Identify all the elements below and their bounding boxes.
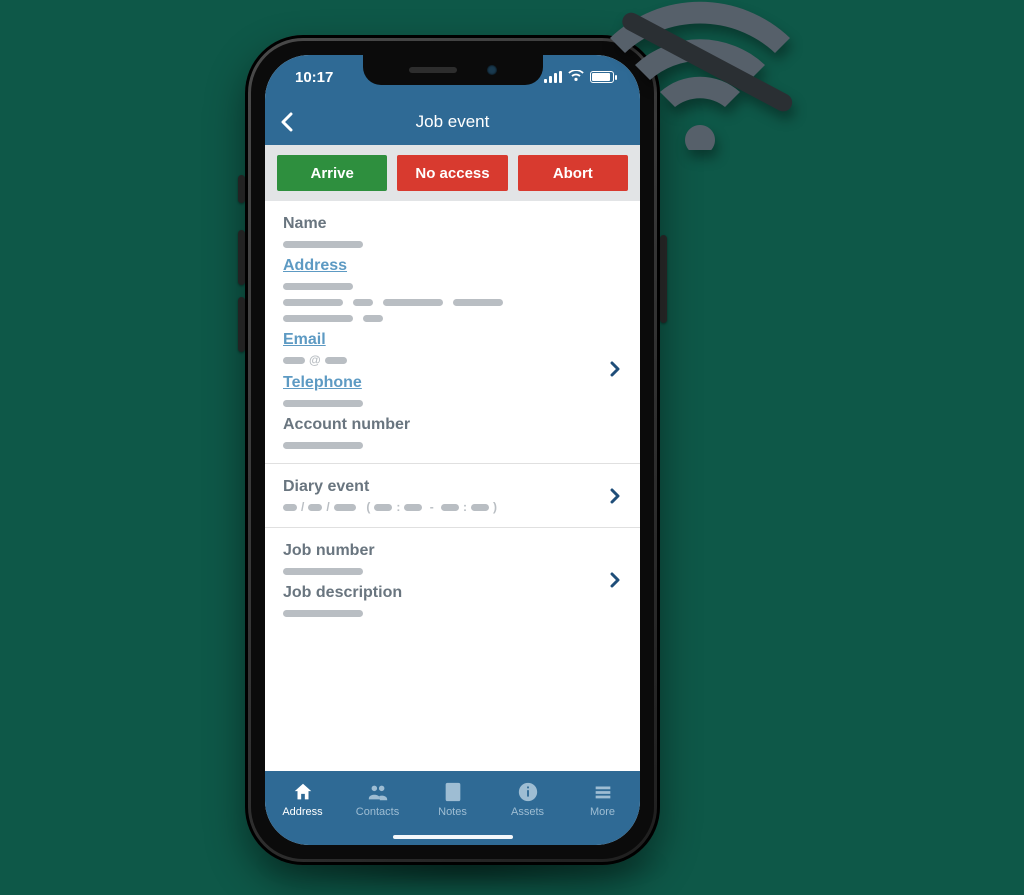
- section-job[interactable]: Job number Job description: [265, 528, 640, 631]
- nav-bar: Job event: [265, 99, 640, 145]
- name-value: [283, 241, 363, 248]
- chevron-right-icon[interactable]: [608, 361, 622, 377]
- address-value: [283, 299, 622, 306]
- tab-label: Notes: [438, 806, 467, 818]
- name-label: Name: [283, 215, 622, 233]
- telephone-label[interactable]: Telephone: [283, 374, 622, 392]
- account-number-value: [283, 442, 363, 449]
- job-number-label: Job number: [283, 542, 622, 560]
- power-button: [660, 235, 667, 323]
- chevron-right-icon[interactable]: [608, 488, 622, 504]
- job-details[interactable]: Name Address Email @ Telephon: [265, 201, 640, 771]
- home-indicator: [393, 835, 513, 839]
- volume-down-button: [238, 297, 245, 352]
- arrive-button[interactable]: Arrive: [277, 155, 387, 191]
- diary-event-label: Diary event: [283, 478, 622, 496]
- action-bar: Arrive No access Abort: [265, 145, 640, 201]
- tab-label: More: [590, 806, 615, 818]
- tab-bar: Address Contacts Notes Assets More: [265, 771, 640, 845]
- back-button[interactable]: [277, 111, 299, 133]
- cellular-signal-icon: [544, 71, 562, 83]
- home-icon: [292, 781, 314, 803]
- no-access-button[interactable]: No access: [397, 155, 507, 191]
- tab-address[interactable]: Address: [265, 771, 340, 827]
- job-description-label: Job description: [283, 584, 622, 602]
- tab-label: Contacts: [356, 806, 399, 818]
- tab-notes[interactable]: Notes: [415, 771, 490, 827]
- info-icon: [517, 781, 539, 803]
- diary-event-value: // (: - :): [283, 504, 622, 511]
- volume-up-button: [238, 230, 245, 285]
- status-time: 10:17: [295, 69, 333, 86]
- chevron-right-icon[interactable]: [608, 572, 622, 588]
- phone-notch: [363, 55, 543, 85]
- address-label[interactable]: Address: [283, 257, 622, 275]
- job-description-value: [283, 610, 363, 617]
- tab-label: Address: [282, 806, 322, 818]
- address-value: [283, 315, 622, 322]
- email-value: @: [283, 357, 622, 364]
- tab-more[interactable]: More: [565, 771, 640, 827]
- wifi-off-icon: [590, 0, 810, 155]
- page-title: Job event: [416, 112, 490, 132]
- abort-button[interactable]: Abort: [518, 155, 628, 191]
- telephone-value: [283, 400, 363, 407]
- mute-switch: [238, 175, 245, 203]
- tab-label: Assets: [511, 806, 544, 818]
- section-diary[interactable]: Diary event // (: - :): [265, 464, 640, 528]
- contacts-icon: [367, 781, 389, 803]
- wifi-icon: [568, 69, 584, 86]
- account-number-label: Account number: [283, 416, 622, 434]
- notes-icon: [442, 781, 464, 803]
- phone-mockup: 10:17 Job event Arrive No access Abort: [245, 35, 660, 865]
- email-label[interactable]: Email: [283, 331, 622, 349]
- tab-contacts[interactable]: Contacts: [340, 771, 415, 827]
- phone-screen: 10:17 Job event Arrive No access Abort: [265, 55, 640, 845]
- address-value: [283, 283, 353, 290]
- section-customer: Name Address Email @ Telephon: [265, 201, 640, 464]
- tab-assets[interactable]: Assets: [490, 771, 565, 827]
- menu-icon: [592, 781, 614, 803]
- job-number-value: [283, 568, 363, 575]
